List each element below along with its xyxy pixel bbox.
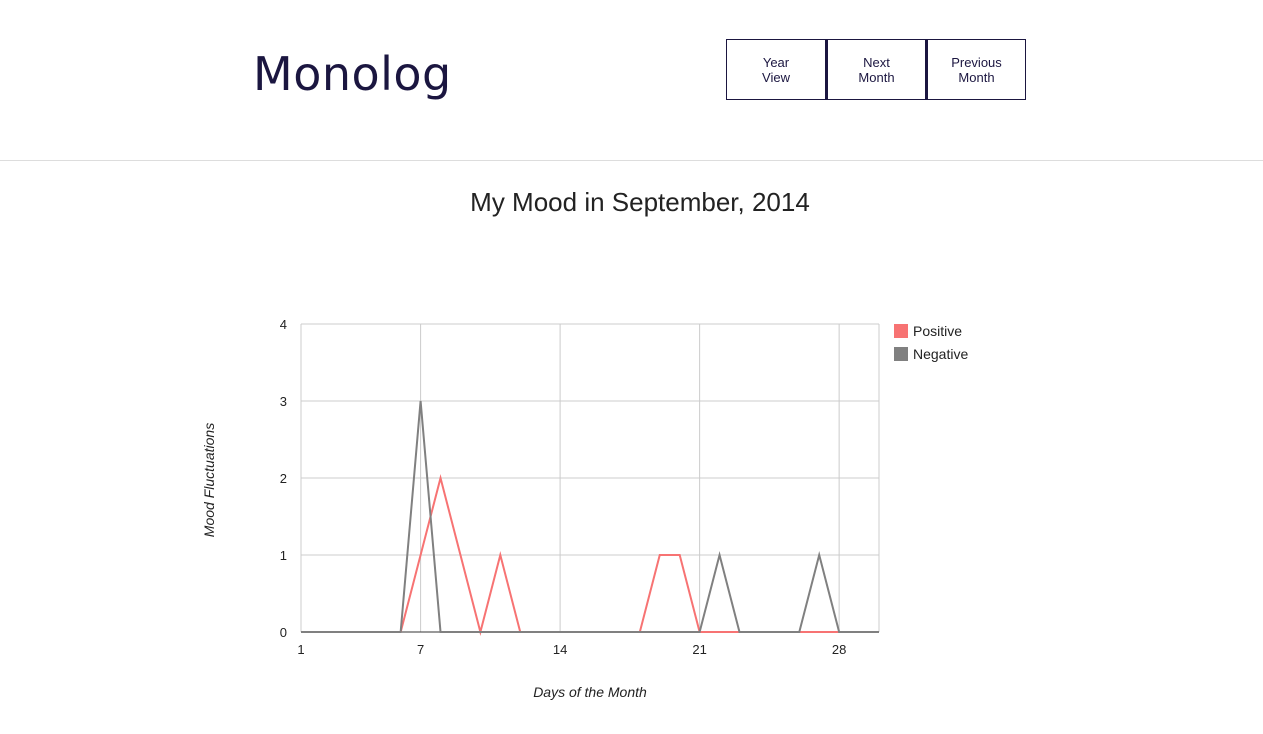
chart-legend: Positive Negative (894, 323, 968, 362)
chart-series (301, 400, 879, 636)
x-tick-label: 7 (417, 642, 424, 657)
legend-swatch-negative (894, 347, 908, 361)
y-tick-label: 1 (280, 548, 287, 563)
x-tick-label: 21 (692, 642, 706, 657)
legend-label-negative: Negative (913, 346, 968, 362)
legend-label-positive: Positive (913, 323, 962, 339)
chart-grid (300, 323, 880, 633)
x-tick-label: 1 (297, 642, 304, 657)
legend-swatch-positive (894, 324, 908, 338)
y-tick-label: 3 (280, 394, 287, 409)
y-axis-title: Mood Fluctuations (201, 423, 217, 537)
x-tick-label: 28 (832, 642, 846, 657)
series-line-negative (301, 400, 879, 633)
x-tick-label: 14 (553, 642, 567, 657)
chart-axes: 012341 7 14 21 28 (280, 317, 879, 657)
mood-line-chart: 012341 7 14 21 28 PositiveNegative Days of t… (201, 317, 968, 700)
x-axis-title: Days of the Month (533, 684, 647, 700)
y-tick-label: 2 (280, 471, 287, 486)
y-tick-label: 4 (280, 317, 287, 332)
y-tick-label: 0 (280, 625, 287, 640)
